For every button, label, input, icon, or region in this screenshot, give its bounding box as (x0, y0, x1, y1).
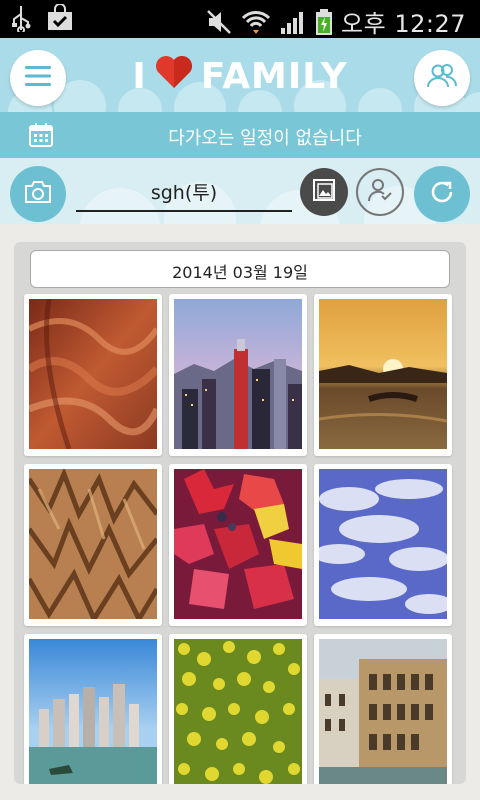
app-logo: I FAMILY (132, 54, 347, 98)
schedule-bar[interactable]: 다가오는 일정이 없습니다 (0, 112, 480, 158)
signal-icon (279, 8, 307, 36)
photo-blue-sky-clouds (319, 469, 447, 619)
people-icon (427, 63, 458, 93)
photo-card[interactable] (169, 464, 307, 626)
usb-icon (10, 4, 32, 32)
logo-word: FAMILY (200, 55, 348, 97)
photo-panel: 2014년 03월 19일 (14, 242, 466, 784)
app-header: I FAMILY 다가오는 일정이 없습니다 sgh(투) (0, 38, 480, 224)
photo-card[interactable] (314, 634, 452, 784)
logo-letter-i: I (132, 55, 147, 97)
refresh-button[interactable] (414, 166, 470, 222)
photo-harbor-city-towers (29, 639, 157, 784)
user-check-icon (367, 177, 393, 207)
photo-card[interactable] (24, 294, 162, 456)
photo-card[interactable] (169, 634, 307, 784)
photo-autumn-maple-leaves (174, 469, 302, 619)
date-label: 2014년 03월 19일 (30, 250, 450, 288)
status-bar: 오후 12:27 (0, 0, 480, 38)
photo-sunset-over-water (319, 299, 447, 449)
photo-card[interactable] (314, 464, 452, 626)
photo-card[interactable] (169, 294, 307, 456)
user-check-button[interactable] (356, 168, 404, 216)
user-name-field[interactable]: sgh(투) (76, 172, 292, 212)
photo-card[interactable] (24, 464, 162, 626)
photo-eroded-sand-hills (29, 469, 157, 619)
photo-card[interactable] (24, 634, 162, 784)
camera-button[interactable] (10, 166, 66, 222)
refresh-icon (428, 178, 456, 210)
heart-icon (155, 55, 193, 98)
menu-button[interactable] (10, 50, 66, 106)
photo-city-skyline-dusk (174, 299, 302, 449)
shopping-bag-icon (46, 4, 74, 32)
photo-red-canyon-rock (29, 299, 157, 449)
photo-venice-canal-buildings (319, 639, 447, 784)
mute-icon (205, 8, 233, 36)
battery-charging-icon (315, 8, 333, 36)
clock: 오후 12:27 (341, 10, 466, 38)
wifi-icon (241, 8, 271, 36)
members-button[interactable] (414, 50, 470, 106)
schedule-message: 다가오는 일정이 없습니다 (168, 128, 362, 149)
gallery-button[interactable] (300, 168, 348, 216)
hamburger-icon (25, 65, 51, 91)
photo-yellow-flower-field (174, 639, 302, 784)
gallery-icon (312, 178, 336, 206)
camera-icon (24, 180, 52, 208)
photo-card[interactable] (314, 294, 452, 456)
